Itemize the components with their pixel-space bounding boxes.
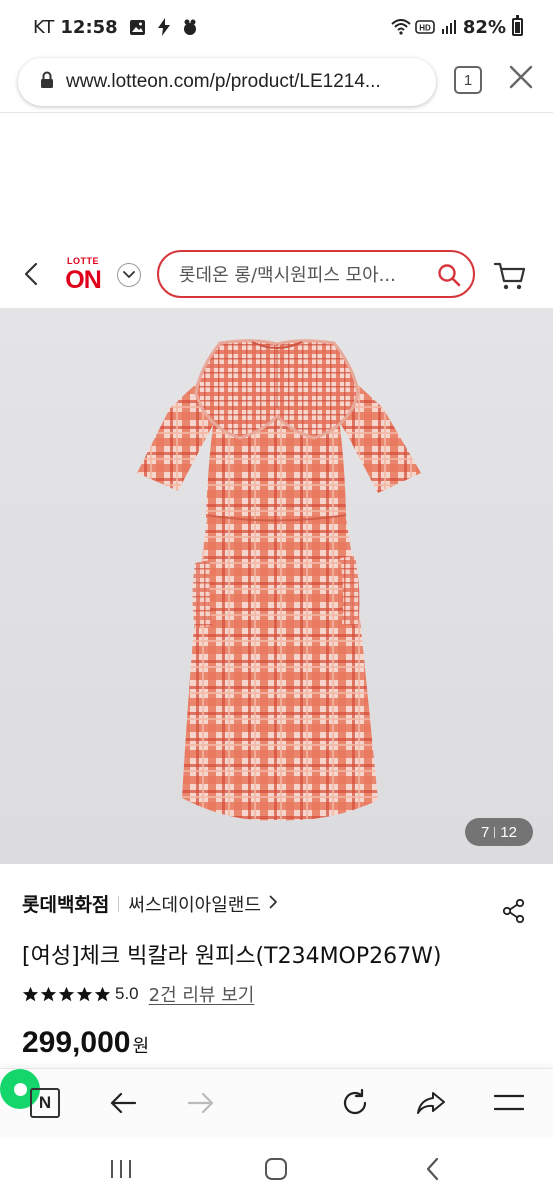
bixby-icon	[180, 17, 200, 37]
search-icon[interactable]	[437, 263, 461, 287]
home-icon[interactable]	[261, 1154, 291, 1184]
recent-apps-icon[interactable]	[106, 1154, 136, 1184]
site-header: LOTTE ON 롯데온 롱/맥시원피스 모아...	[0, 240, 553, 308]
rating-value: 5.0	[115, 984, 139, 1003]
share-icon[interactable]	[502, 898, 526, 924]
system-back-icon[interactable]	[418, 1154, 448, 1184]
product-title: [여성]체크 빅칼라 원피스(T234MOP267W)	[22, 944, 442, 969]
rating-stars	[22, 986, 111, 1003]
product-image[interactable]: 7 12	[0, 308, 553, 864]
review-link[interactable]: 2건 리뷰 보기	[149, 981, 255, 1007]
battery-icon	[512, 15, 523, 36]
carrier-label: KT	[33, 16, 55, 38]
svg-text:HD: HD	[419, 24, 431, 33]
clock: 12:58	[60, 16, 118, 38]
address-bar[interactable]: www.lotteon.com/p/product/LE1214...	[18, 58, 436, 106]
dot-icon	[13, 1082, 27, 1096]
browser-toolbar: N	[0, 1068, 553, 1138]
star-icon	[40, 986, 57, 1001]
price-unit: 원	[132, 1036, 150, 1057]
menu-icon[interactable]	[492, 1086, 526, 1120]
brand-name[interactable]: 롯데백화점	[22, 890, 109, 917]
shop-link[interactable]: 써스데이아일랜드	[128, 891, 260, 917]
price-row: 299,000 원	[22, 1026, 149, 1060]
rating-row: 5.0 2건 리뷰 보기	[22, 981, 254, 1007]
tab-switcher-button[interactable]: 1	[454, 66, 482, 94]
brand-divider	[118, 895, 120, 912]
brand-row: 롯데백화점 써스데이아일랜드	[22, 890, 278, 917]
chevron-right-icon[interactable]	[269, 893, 278, 914]
divider	[0, 112, 553, 113]
forward-arrow-icon[interactable]	[184, 1086, 218, 1120]
browser-url-row: www.lotteon.com/p/product/LE1214... 1	[0, 54, 553, 112]
logo-top-text: LOTTE	[67, 256, 99, 266]
share-arrow-icon[interactable]	[414, 1086, 448, 1120]
flash-icon	[154, 17, 174, 37]
star-icon	[58, 986, 75, 1001]
wifi-icon	[391, 17, 411, 37]
search-input[interactable]: 롯데온 롱/맥시원피스 모아...	[157, 250, 475, 298]
price: 299,000	[22, 1026, 131, 1059]
star-icon	[94, 986, 111, 1001]
lotte-on-logo[interactable]: LOTTE ON	[60, 256, 106, 294]
image-counter-total: 12	[500, 823, 518, 841]
refresh-icon[interactable]	[338, 1086, 372, 1120]
signal-icon	[439, 17, 459, 37]
counter-separator	[494, 826, 496, 838]
image-counter: 7 12	[465, 818, 533, 846]
naver-home-button[interactable]: N	[30, 1088, 60, 1118]
gallery-icon	[128, 17, 148, 37]
back-chevron-icon[interactable]	[20, 262, 42, 286]
star-icon	[76, 986, 93, 1001]
back-arrow-icon[interactable]	[106, 1086, 140, 1120]
cart-icon[interactable]	[493, 260, 527, 292]
close-icon[interactable]	[506, 62, 536, 92]
star-icon	[22, 986, 39, 1001]
status-bar: KT 12:58 HD 82%	[0, 0, 553, 54]
logo-bottom-text: ON	[65, 266, 102, 294]
search-placeholder: 롯데온 롱/맥시원피스 모아...	[179, 265, 396, 286]
dress-illustration	[137, 339, 421, 821]
lock-icon[interactable]	[40, 71, 54, 93]
battery-percent: 82%	[462, 16, 506, 38]
hd-icon: HD	[415, 17, 435, 37]
system-navigation-bar	[0, 1138, 553, 1200]
url-text[interactable]: www.lotteon.com/p/product/LE1214...	[66, 71, 416, 93]
image-counter-current: 7	[480, 823, 490, 841]
chevron-down-icon[interactable]	[117, 263, 141, 287]
